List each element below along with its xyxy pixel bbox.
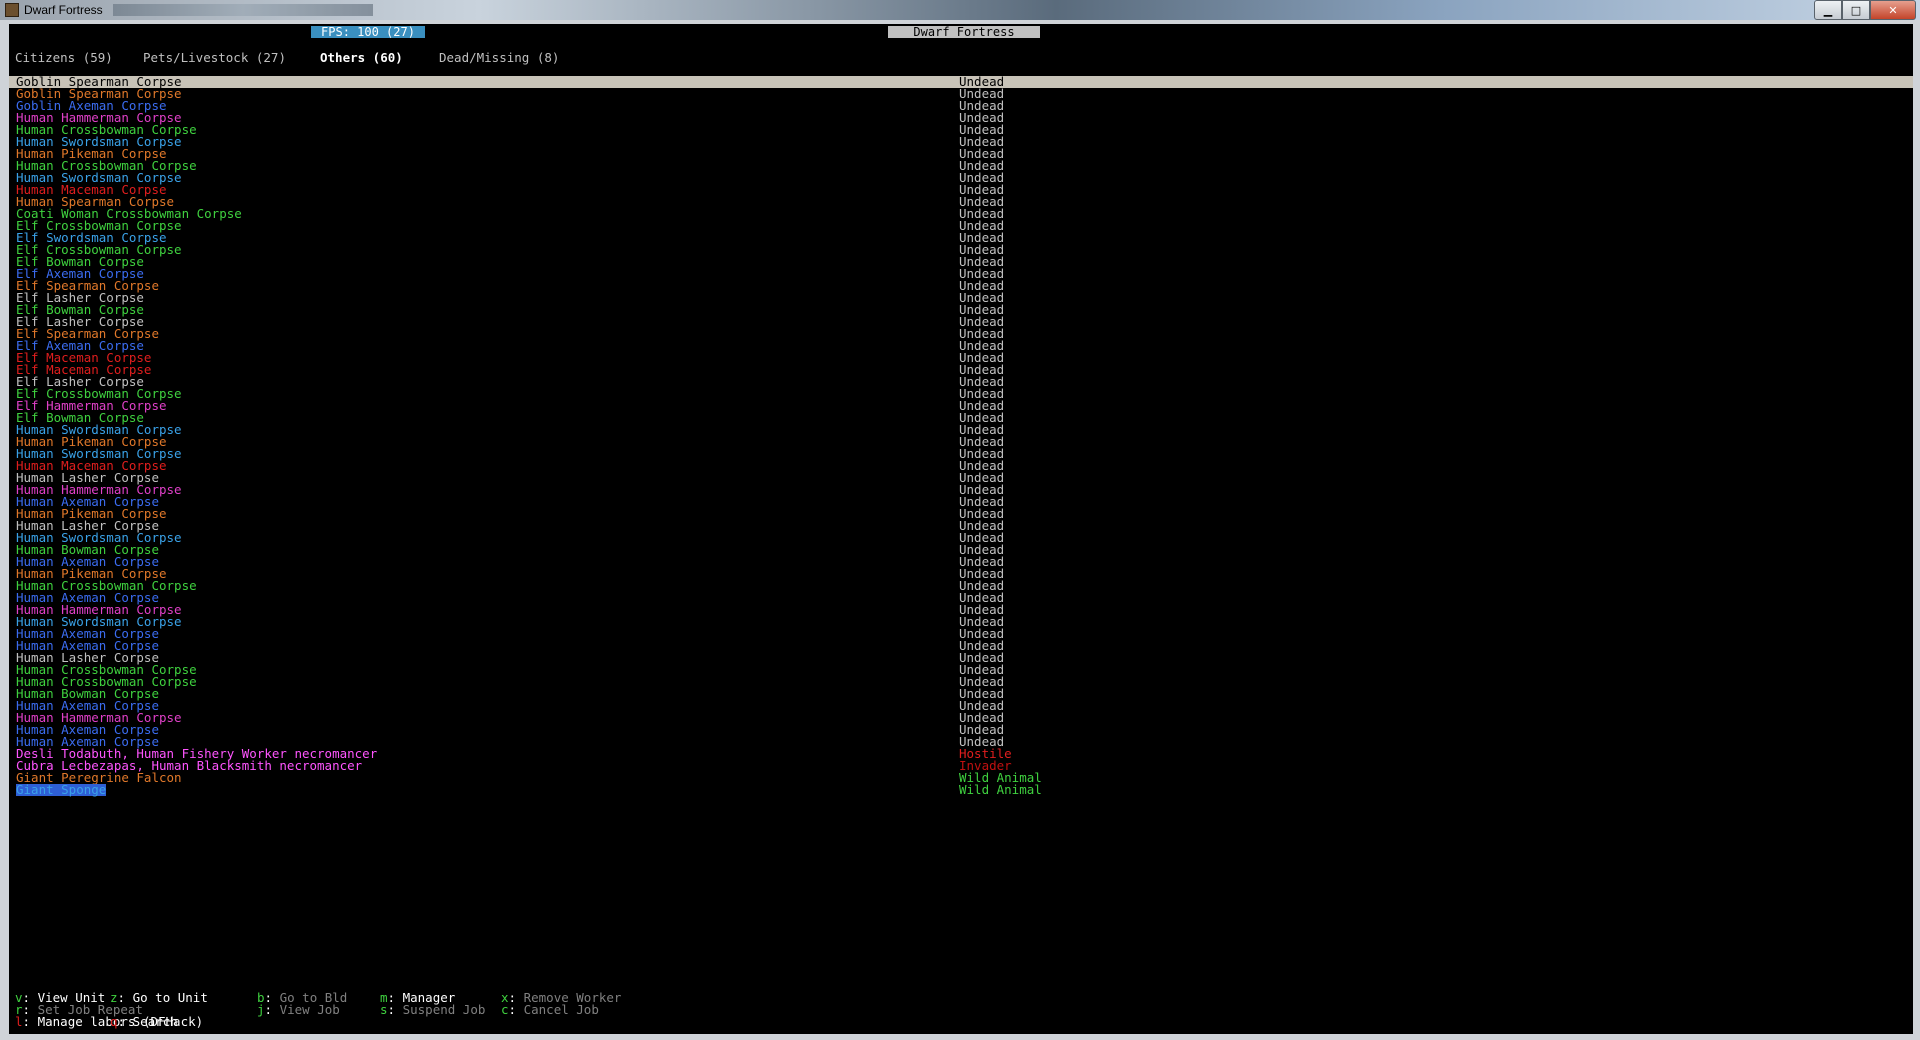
hotkey-separator: : — [264, 1002, 280, 1017]
command-search[interactable]: q: Search — [110, 1014, 178, 1029]
unit-row[interactable]: Giant Sponge Wild Animal — [9, 782, 1913, 797]
hotkey-separator: : — [387, 1002, 403, 1017]
window-titlebar[interactable]: Dwarf Fortress ▁ □ ✕ — [0, 0, 1920, 20]
hotkey-separator: : — [117, 1014, 133, 1029]
tab-pets-livestock[interactable]: Pets/Livestock (27) — [143, 51, 286, 64]
window-title: Dwarf Fortress — [24, 3, 103, 17]
command-cancel-job[interactable]: c: Cancel Job — [501, 1002, 599, 1017]
command-label: Go to Unit — [132, 990, 208, 1005]
hotkey: j — [257, 1002, 265, 1017]
tab-others[interactable]: Others (60) — [320, 51, 403, 64]
hotkey-separator: : — [508, 1002, 524, 1017]
fps-counter: FPS: 100 (27) — [311, 26, 425, 38]
dwarf-fortress-app-icon — [5, 3, 19, 17]
maximize-icon[interactable]: □ — [1842, 0, 1870, 20]
command-label: Search — [132, 1014, 178, 1029]
hotkey: s — [380, 1002, 388, 1017]
window-controls: ▁ □ ✕ — [1814, 0, 1916, 20]
screen-title: Dwarf Fortress — [888, 26, 1040, 38]
minimize-icon[interactable]: ▁ — [1814, 0, 1842, 20]
hotkey: c — [501, 1002, 509, 1017]
unit-status: Wild Animal — [959, 782, 1042, 797]
close-icon[interactable]: ✕ — [1870, 0, 1916, 20]
game-screen: FPS: 100 (27) Dwarf Fortress Citizens (5… — [9, 24, 1913, 1034]
hotkey: q — [110, 1014, 118, 1029]
command-suspend-job[interactable]: s: Suspend Job — [380, 1002, 486, 1017]
hotkey: l — [15, 1014, 23, 1029]
tab-citizens[interactable]: Citizens (59) — [15, 51, 113, 64]
command-label: Suspend Job — [402, 1002, 486, 1017]
unit-name: Giant Sponge — [16, 782, 107, 797]
command-view-job[interactable]: j: View Job — [257, 1002, 340, 1017]
hotkey-separator: : — [22, 1014, 38, 1029]
command-label: Cancel Job — [523, 1002, 599, 1017]
app-window: Dwarf Fortress ▁ □ ✕ FPS: 100 (27) Dwarf… — [0, 0, 1920, 1040]
command-label: View Job — [279, 1002, 340, 1017]
tab-dead-missing[interactable]: Dead/Missing (8) — [439, 51, 559, 64]
titlebar-taskbar-blur — [112, 4, 373, 16]
